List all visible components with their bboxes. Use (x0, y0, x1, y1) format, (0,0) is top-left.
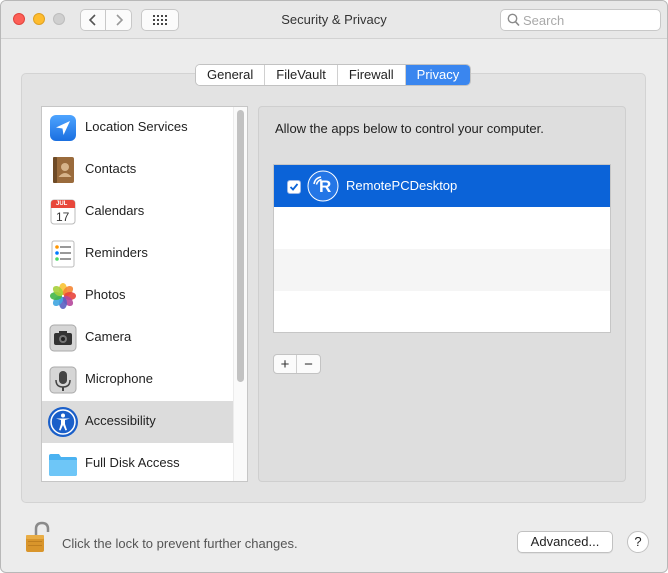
checkmark-icon (289, 183, 299, 191)
sidebar-item-contacts[interactable]: Contacts (42, 149, 233, 191)
remove-app-button[interactable]: − (297, 355, 320, 373)
calendar-icon: JUL 17 (47, 196, 79, 228)
tab-filevault[interactable]: FileVault (265, 65, 338, 85)
reminders-list-icon (47, 238, 79, 270)
sidebar-item-label: Contacts (85, 161, 137, 176)
sidebar-item-label: Camera (85, 329, 132, 344)
sidebar-item-microphone[interactable]: Microphone (42, 359, 233, 401)
sidebar-item-camera[interactable]: Camera (42, 317, 233, 359)
sidebar-item-reminders[interactable]: Reminders (42, 233, 233, 275)
sidebar-item-full-disk-access[interactable]: Full Disk Access (42, 443, 233, 481)
detail-heading: Allow the apps below to control your com… (275, 121, 544, 136)
search-icon (507, 13, 520, 27)
tab-firewall[interactable]: Firewall (337, 65, 406, 85)
sidebar-item-label: Calendars (85, 203, 145, 218)
empty-row (274, 207, 610, 249)
empty-row (274, 291, 610, 332)
accessibility-icon (47, 406, 79, 438)
tab-privacy[interactable]: Privacy (405, 65, 471, 85)
sidebar-item-label: Accessibility (85, 413, 156, 428)
remotepc-icon: R (307, 170, 339, 202)
sidebar-scroll-thumb[interactable] (237, 110, 244, 382)
sidebar-item-label: Reminders (85, 245, 148, 260)
microphone-icon (47, 364, 79, 396)
sidebar-item-location-services[interactable]: Location Services (42, 107, 233, 149)
folder-icon (47, 448, 79, 480)
sidebar-scrollbar[interactable] (233, 107, 247, 481)
app-icon-letter: R (319, 177, 332, 196)
camera-icon (47, 322, 79, 354)
sidebar-item-accessibility[interactable]: Accessibility (42, 401, 233, 443)
add-remove-control: + − (273, 354, 321, 374)
location-arrow-icon (47, 112, 79, 144)
tab-general[interactable]: General (196, 65, 266, 85)
privacy-category-list: Location Services Contacts JUL 17 Calend… (41, 106, 248, 482)
lock-icon[interactable] (24, 521, 50, 555)
photos-flower-icon (47, 280, 79, 312)
sidebar-item-label: Photos (85, 287, 126, 302)
calendar-month-text: JUL (56, 201, 68, 207)
advanced-button[interactable]: Advanced... (517, 531, 613, 553)
tab-bar: General FileVault Firewall Privacy (195, 64, 472, 86)
app-checkbox[interactable] (287, 180, 301, 194)
contacts-book-icon (47, 154, 79, 186)
sidebar-item-label: Microphone (85, 371, 153, 386)
app-row-remotepcdesktop[interactable]: R RemotePCDesktop (274, 165, 610, 207)
add-app-button[interactable]: + (274, 355, 297, 373)
sidebar-item-calendars[interactable]: JUL 17 Calendars (42, 191, 233, 233)
empty-row (274, 249, 610, 291)
allowed-apps-list: R RemotePCDesktop (273, 164, 611, 333)
sidebar-item-photos[interactable]: Photos (42, 275, 233, 317)
preferences-window: Security & Privacy General FileVault Fir… (0, 0, 668, 573)
sidebar-item-label: Location Services (85, 119, 188, 134)
calendar-day-text: 17 (56, 210, 70, 224)
search-field[interactable] (500, 9, 661, 31)
lock-status-text: Click the lock to prevent further change… (62, 536, 298, 551)
help-button[interactable]: ? (627, 531, 649, 553)
title-bar: Security & Privacy (1, 1, 667, 39)
app-name: RemotePCDesktop (346, 178, 458, 193)
sidebar-item-label: Full Disk Access (85, 455, 180, 470)
search-input[interactable] (523, 12, 657, 28)
